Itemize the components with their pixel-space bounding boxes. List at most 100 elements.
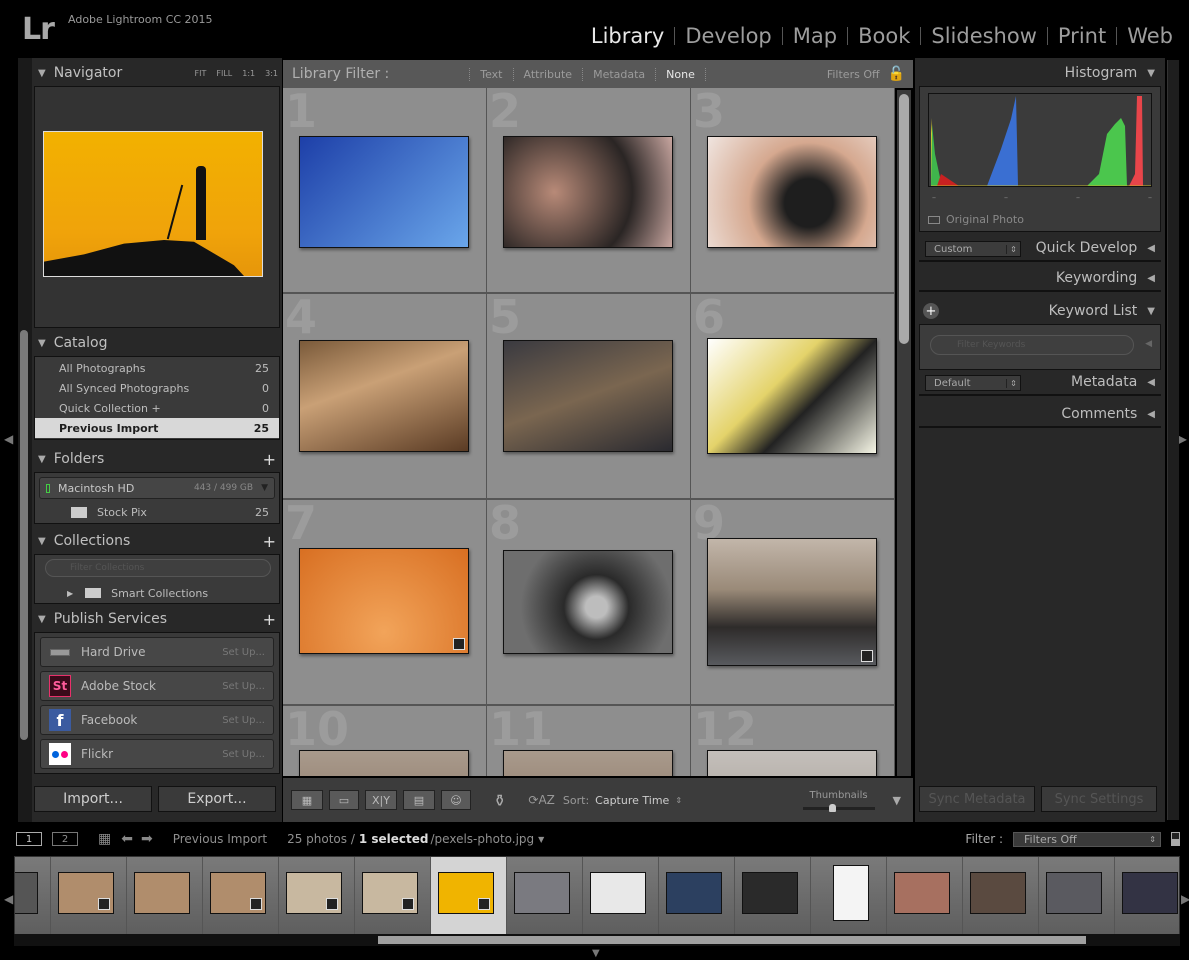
photo-thumbnail[interactable] <box>299 340 469 452</box>
histogram-chart[interactable] <box>928 93 1152 187</box>
grid-cell[interactable]: 12 <box>691 702 895 776</box>
photo-thumbnail[interactable] <box>707 538 877 666</box>
filmstrip-thumbnail[interactable] <box>438 872 494 914</box>
filmstrip-cell[interactable] <box>811 857 887 935</box>
filmstrip-cell[interactable] <box>15 857 51 935</box>
module-web[interactable]: Web <box>1117 24 1183 48</box>
secondary-window-button[interactable]: 2 <box>52 832 78 846</box>
sort-select[interactable]: Capture Time <box>595 794 669 807</box>
filmstrip-cell[interactable] <box>887 857 963 935</box>
module-slideshow[interactable]: Slideshow <box>921 24 1047 48</box>
module-book[interactable]: Book <box>848 24 920 48</box>
grid-view-button[interactable]: ▦ <box>291 790 323 810</box>
filmstrip-cell[interactable] <box>51 857 127 935</box>
grid-cell[interactable]: 4 <box>283 290 487 500</box>
filmstrip-thumbnail[interactable] <box>286 872 342 914</box>
filmstrip-cell[interactable] <box>507 857 583 935</box>
original-photo-toggle[interactable]: Original Photo <box>928 213 1024 226</box>
grid-cell[interactable]: 1 <box>283 88 487 294</box>
collections-header[interactable]: ▼ Collections + <box>32 528 282 554</box>
navigator-image[interactable] <box>43 131 263 277</box>
filmstrip-cell[interactable] <box>1115 857 1179 935</box>
catalog-item-previous-import[interactable]: Previous Import 25 <box>35 418 279 438</box>
photo-thumbnail[interactable] <box>503 750 673 776</box>
filmstrip-cell[interactable] <box>583 857 659 935</box>
catalog-header[interactable]: ▼ Catalog <box>32 330 282 356</box>
service-flickr[interactable]: Flickr Set Up... <box>40 739 274 769</box>
collapsed-triangle-icon[interactable]: ◀ <box>1145 339 1152 349</box>
toolbar-menu-icon[interactable]: ▼ <box>893 794 901 807</box>
photo-thumbnail[interactable] <box>707 136 877 248</box>
catalog-item-quick-collection[interactable]: Quick Collection + 0 <box>35 398 279 418</box>
filmstrip-left-arrow-icon[interactable]: ◀ <box>4 892 13 906</box>
grid-cell[interactable]: 8 <box>487 496 691 706</box>
left-panel-scrollbar[interactable] <box>20 330 28 740</box>
filter-lock-switch[interactable] <box>1171 832 1180 846</box>
filmstrip-cell[interactable] <box>431 857 507 935</box>
filmstrip-thumbnail[interactable] <box>833 865 869 921</box>
chevron-down-icon[interactable]: ▼ <box>261 483 268 493</box>
loupe-view-button[interactable]: ▭ <box>329 790 359 810</box>
photo-badge-icon[interactable] <box>453 638 465 650</box>
service-facebook[interactable]: f Facebook Set Up... <box>40 705 274 735</box>
module-library[interactable]: Library <box>581 24 674 48</box>
collapse-right-panel-icon[interactable]: ▶ <box>1178 432 1187 446</box>
import-button[interactable]: Import... <box>34 786 152 812</box>
set-up-link[interactable]: Set Up... <box>222 681 265 692</box>
module-map[interactable]: Map <box>783 24 847 48</box>
grid-scrollbar-thumb[interactable] <box>899 94 909 344</box>
filmstrip-thumbnail[interactable] <box>15 872 38 914</box>
filmstrip-cell[interactable] <box>963 857 1039 935</box>
metadata-header[interactable]: Default ⇕ Metadata ◀ <box>919 370 1161 396</box>
set-up-link[interactable]: Set Up... <box>222 749 265 760</box>
grid-icon[interactable]: ▦ <box>98 831 111 847</box>
photo-thumbnail[interactable] <box>707 750 877 776</box>
histogram-header[interactable]: Histogram ▼ <box>919 60 1161 86</box>
grid-cell[interactable]: 11 <box>487 702 691 776</box>
filmstrip-right-arrow-icon[interactable]: ▶ <box>1181 892 1189 906</box>
navigator-header[interactable]: ▼ Navigator FIT FILL 1:1 3:1 <box>32 60 282 86</box>
chevron-down-icon[interactable]: ▼ <box>538 835 544 844</box>
forward-arrow-icon[interactable]: ➡ <box>141 831 153 847</box>
filmstrip-thumbnail[interactable] <box>210 872 266 914</box>
collapse-left-panel-icon[interactable]: ◀ <box>4 432 13 446</box>
set-up-link[interactable]: Set Up... <box>222 647 265 658</box>
photo-thumbnail[interactable] <box>707 338 877 454</box>
metadata-preset-select[interactable]: Default ⇕ <box>925 375 1021 391</box>
filter-keywords-input[interactable]: Filter Keywords <box>930 335 1134 355</box>
filmstrip-cell[interactable] <box>355 857 431 935</box>
keyword-list-header[interactable]: + Keyword List ▼ <box>919 298 1161 324</box>
filter-metadata[interactable]: Metadata <box>582 67 655 81</box>
checkbox[interactable] <box>928 215 940 224</box>
sync-metadata-button[interactable]: Sync Metadata <box>919 786 1035 812</box>
survey-view-button[interactable]: ▤ <box>403 790 435 810</box>
filter-text[interactable]: Text <box>469 67 512 81</box>
photo-thumbnail[interactable] <box>299 136 469 248</box>
filmstrip-thumbnail[interactable] <box>666 872 722 914</box>
grid-cell[interactable]: 5 <box>487 290 691 500</box>
grid-cell[interactable]: 7 <box>283 496 487 706</box>
module-print[interactable]: Print <box>1048 24 1116 48</box>
folders-header[interactable]: ▼ Folders + <box>32 446 282 472</box>
keywording-header[interactable]: Keywording ◀ <box>919 266 1161 292</box>
volume-macintosh-hd[interactable]: Macintosh HD 443 / 499 GB ▼ <box>39 477 275 499</box>
zoom-1-1[interactable]: 1:1 <box>242 69 255 78</box>
grid-cell[interactable]: 3 <box>691 88 895 294</box>
filmstrip-source[interactable]: Previous Import <box>173 832 267 846</box>
smart-collections-item[interactable]: ▶ Smart Collections <box>35 583 279 603</box>
filmstrip-thumbnail[interactable] <box>134 872 190 914</box>
zoom-fill[interactable]: FILL <box>216 69 232 78</box>
filmstrip-filter-select[interactable]: Filters Off ⇕ <box>1013 831 1161 847</box>
filmstrip-thumbnail[interactable] <box>1046 872 1102 914</box>
photo-badge-icon[interactable] <box>861 650 873 662</box>
grid-cell[interactable]: 6 <box>691 290 895 500</box>
right-panel-scrollbar[interactable] <box>1167 60 1179 820</box>
photo-badge-icon[interactable] <box>98 898 110 910</box>
collapse-filmstrip-icon[interactable]: ▼ <box>592 948 600 959</box>
quick-develop-header[interactable]: Custom ⇕ Quick Develop ◀ <box>919 236 1161 262</box>
add-keyword-icon[interactable]: + <box>923 303 939 319</box>
main-window-button[interactable]: 1 <box>16 832 42 846</box>
photo-badge-icon[interactable] <box>478 898 490 910</box>
people-view-button[interactable]: ☺ <box>441 790 471 810</box>
filmstrip-thumbnail[interactable] <box>514 872 570 914</box>
